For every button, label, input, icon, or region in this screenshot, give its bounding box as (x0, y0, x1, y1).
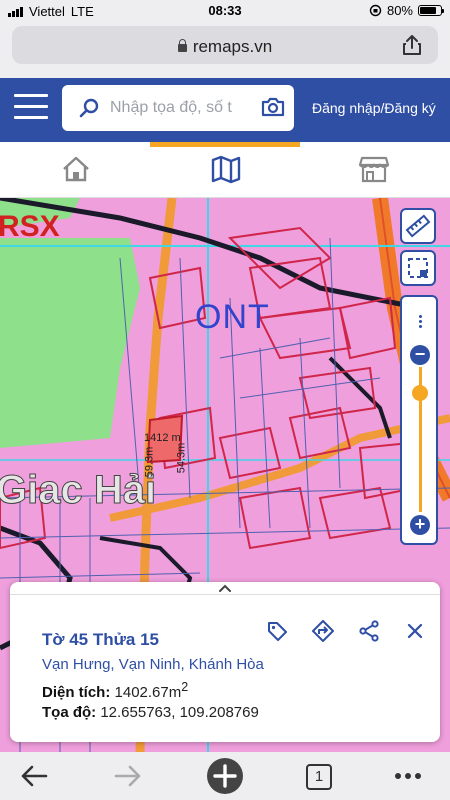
search-icon[interactable] (78, 97, 100, 119)
directions-icon[interactable] (312, 620, 334, 642)
battery-percent: 80% (386, 3, 413, 18)
zoom-out-button[interactable]: − (410, 345, 430, 365)
new-tab-icon[interactable] (206, 757, 244, 795)
ruler-icon (405, 214, 431, 238)
orientation-lock-icon (369, 4, 382, 17)
status-bar: Viettel LTE 08:33 80% (0, 0, 450, 22)
area-label: Diện tích: (42, 684, 111, 701)
area-value: 1402.67m (114, 684, 182, 701)
close-icon[interactable] (404, 620, 426, 642)
zoom-control: − + (400, 295, 438, 545)
home-icon[interactable] (60, 154, 92, 184)
active-tab-indicator (150, 142, 300, 147)
lock-icon (177, 39, 187, 52)
share-alt-icon[interactable] (358, 620, 380, 642)
chevron-up-icon[interactable] (217, 582, 233, 594)
login-register-link[interactable]: Đăng nhập/Đăng ký (312, 100, 436, 116)
address-bar[interactable]: remaps.vn (12, 26, 438, 64)
dimension-label: 59.3m (143, 446, 156, 478)
parcel-title: Tờ 45 Thửa 15 (42, 630, 159, 649)
more-options-icon[interactable] (419, 315, 422, 330)
share-icon[interactable] (400, 33, 424, 57)
card-actions (266, 620, 426, 642)
select-area-icon (408, 258, 428, 278)
zoom-slider-thumb[interactable] (412, 385, 428, 402)
more-menu-icon[interactable] (392, 760, 424, 792)
camera-icon[interactable] (260, 95, 286, 119)
tabs-count-button[interactable]: 1 (306, 764, 332, 790)
coord-value: 12.655763, 109.208769 (100, 704, 259, 721)
measure-ruler-button[interactable] (400, 208, 436, 244)
url-text: remaps.vn (192, 37, 273, 56)
map-icon[interactable] (210, 154, 242, 184)
coord-label: Tọa độ: (42, 704, 97, 721)
battery-icon (418, 5, 444, 16)
status-right: 80% (369, 3, 444, 18)
app-header: Đăng nhập/Đăng ký (0, 78, 450, 142)
area-select-button[interactable] (400, 250, 436, 286)
search-box (62, 85, 294, 131)
parcel-address: Vạn Hưng, Vạn Ninh, Khánh Hòa (42, 656, 264, 673)
zone-label-ont: ONT (195, 298, 270, 336)
card-divider (10, 594, 440, 595)
url-display[interactable]: remaps.vn (12, 37, 438, 57)
dimension-label: 54.3m (175, 442, 188, 474)
parcel-info-card: Tờ 45 Thửa 15 Vạn Hưng, Vạn Ninh, Khánh … (10, 582, 440, 742)
store-icon[interactable] (358, 154, 390, 184)
place-label: Giac Hải (0, 468, 157, 513)
browser-toolbar: 1 (0, 752, 450, 800)
search-input[interactable] (110, 95, 240, 121)
area-unit-superscript: 2 (181, 680, 189, 694)
browser-url-area: remaps.vn (0, 22, 450, 78)
tag-icon[interactable] (266, 620, 288, 642)
zone-label-rsx: RSX (0, 210, 60, 243)
forward-icon[interactable] (112, 760, 144, 792)
tab-bar (0, 142, 450, 198)
zoom-in-button[interactable]: + (410, 515, 430, 535)
menu-icon[interactable] (14, 94, 48, 122)
parcel-coord-row: Tọa độ: 12.655763, 109.208769 (42, 704, 259, 721)
parcel-area-row: Diện tích: 1402.67m2 (42, 680, 188, 701)
back-icon[interactable] (18, 760, 50, 792)
